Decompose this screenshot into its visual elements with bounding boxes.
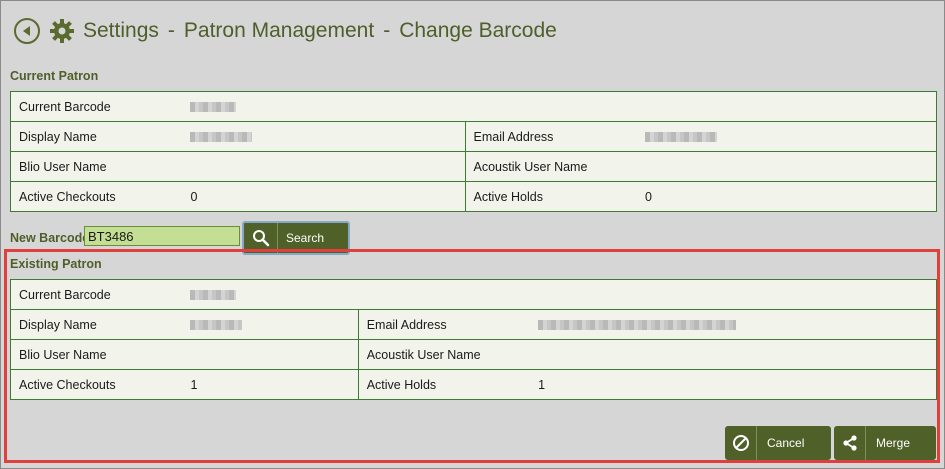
display-name-cell: Display Name xyxy=(10,121,466,152)
breadcrumb-item-patron-management[interactable]: Patron Management xyxy=(184,19,374,42)
current-barcode-cell: Current Barcode xyxy=(10,91,937,122)
current-barcode-label: Current Barcode xyxy=(19,287,111,302)
email-value-redacted xyxy=(538,320,737,331)
table-row: Blio User Name Acoustik User Name xyxy=(10,339,938,370)
display-name-value-redacted xyxy=(190,132,253,143)
checkouts-cell: Active Checkouts 0 xyxy=(10,181,466,212)
merge-button-label: Merge xyxy=(876,436,911,450)
holds-cell: Active Holds 1 xyxy=(357,369,938,400)
current-patron-title: Current Patron xyxy=(10,69,99,83)
acoustik-label: Acoustik User Name xyxy=(473,159,588,174)
blio-cell: Blio User Name xyxy=(10,151,466,182)
share-icon xyxy=(842,435,857,451)
cancel-button-icon-area xyxy=(725,426,757,460)
cancel-circle-icon xyxy=(732,435,749,451)
holds-label: Active Holds xyxy=(473,189,543,204)
display-name-value-redacted xyxy=(190,320,243,331)
blio-label: Blio User Name xyxy=(19,347,107,362)
breadcrumb-item-settings[interactable]: Settings xyxy=(83,19,159,42)
checkouts-label: Active Checkouts xyxy=(19,189,116,204)
breadcrumb-separator: - xyxy=(383,19,391,42)
table-row: Active Checkouts 0 Active Holds 0 xyxy=(10,181,937,212)
page-header: Settings - Patron Management - Change Barcod… xyxy=(14,16,557,46)
checkouts-label: Active Checkouts xyxy=(19,377,116,392)
table-row: Display Name Email Address xyxy=(10,121,937,152)
gear-icon xyxy=(50,19,74,43)
table-row: Display Name Email Address xyxy=(10,309,938,340)
merge-button[interactable]: Merge xyxy=(834,426,936,460)
current-barcode-cell: Current Barcode xyxy=(10,279,937,310)
existing-patron-table: Current Barcode Display Name Email Addre… xyxy=(10,279,938,400)
settings-icon xyxy=(49,18,75,44)
new-barcode-input[interactable] xyxy=(84,226,240,246)
breadcrumb: Settings - Patron Management - Change Barcod… xyxy=(83,19,557,43)
table-row: Current Barcode xyxy=(10,91,937,122)
cancel-button-label: Cancel xyxy=(767,436,805,450)
email-label: Email Address xyxy=(473,129,554,144)
checkouts-value: 1 xyxy=(190,377,198,392)
current-barcode-value-redacted xyxy=(190,102,237,113)
acoustik-label: Acoustik User Name xyxy=(366,347,481,362)
breadcrumb-item-change-barcode: Change Barcode xyxy=(399,19,557,42)
table-row: Active Checkouts 1 Active Holds 1 xyxy=(10,369,938,400)
back-arrow-icon xyxy=(23,26,30,36)
acoustik-cell: Acoustik User Name xyxy=(464,151,937,182)
holds-label: Active Holds xyxy=(366,377,437,392)
holds-value: 1 xyxy=(538,377,546,392)
existing-patron-title: Existing Patron xyxy=(10,257,102,271)
table-row: Current Barcode xyxy=(10,279,937,310)
checkouts-cell: Active Checkouts 1 xyxy=(10,369,359,400)
current-patron-table: Current Barcode Display Name Email Addre… xyxy=(10,91,937,212)
blio-label: Blio User Name xyxy=(19,159,107,174)
email-label: Email Address xyxy=(366,317,447,332)
acoustik-cell: Acoustik User Name xyxy=(357,339,938,370)
merge-button-icon-area xyxy=(834,426,866,460)
checkouts-value: 0 xyxy=(190,189,198,204)
display-name-cell: Display Name xyxy=(10,309,359,340)
blio-cell: Blio User Name xyxy=(10,339,359,370)
search-button-label: Search xyxy=(286,231,325,245)
new-barcode-label: New Barcode xyxy=(10,231,90,245)
email-cell: Email Address xyxy=(357,309,938,340)
cancel-button[interactable]: Cancel xyxy=(725,426,831,460)
display-name-label: Display Name xyxy=(19,317,97,332)
table-row: Blio User Name Acoustik User Name xyxy=(10,151,937,182)
holds-cell: Active Holds 0 xyxy=(464,181,937,212)
current-barcode-value-redacted xyxy=(190,290,237,301)
breadcrumb-separator: - xyxy=(167,19,175,42)
holds-value: 0 xyxy=(644,189,652,204)
back-button[interactable] xyxy=(14,18,40,44)
display-name-label: Display Name xyxy=(19,129,97,144)
magnifier-icon xyxy=(252,230,269,247)
email-cell: Email Address xyxy=(464,121,937,152)
email-value-redacted xyxy=(644,132,717,143)
current-barcode-label: Current Barcode xyxy=(19,99,111,114)
